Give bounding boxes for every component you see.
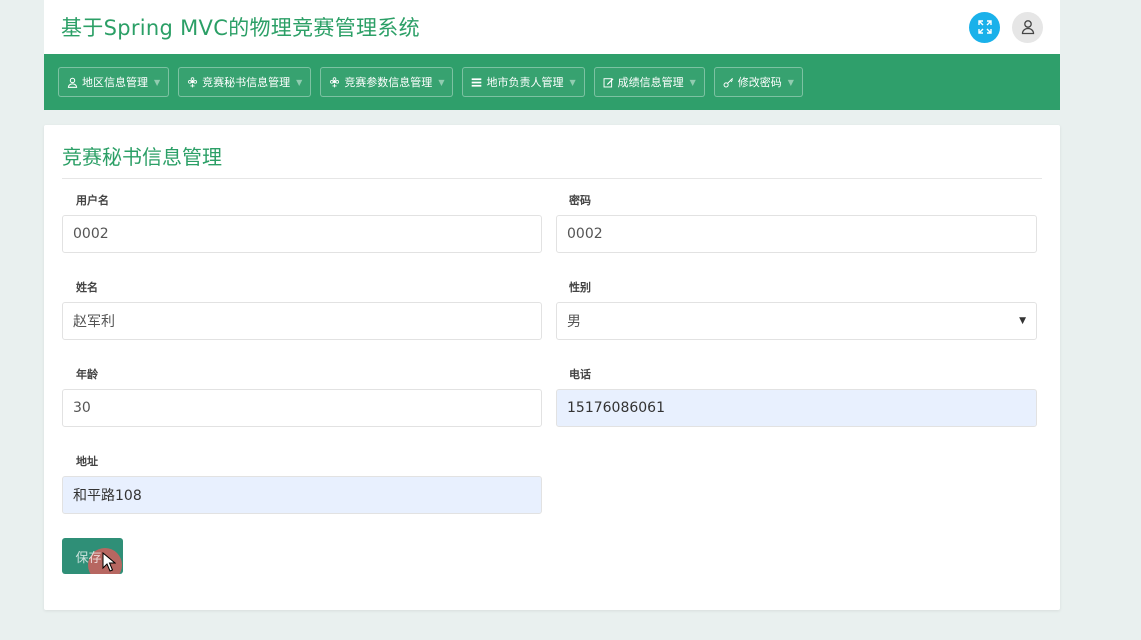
flower-icon bbox=[187, 76, 198, 88]
nav-item-region[interactable]: 地区信息管理 ▼ bbox=[58, 67, 170, 97]
phone-label: 电话 bbox=[569, 368, 591, 381]
expand-icon bbox=[977, 20, 992, 34]
user-icon bbox=[1021, 20, 1034, 35]
nav-item-scores[interactable]: 成绩信息管理 ▼ bbox=[593, 67, 705, 97]
name-label: 姓名 bbox=[76, 281, 98, 294]
caret-down-icon: ▼ bbox=[689, 77, 696, 87]
edit-icon bbox=[603, 77, 614, 88]
username-field[interactable]: 0002 bbox=[62, 215, 542, 253]
address-field[interactable]: 和平路108 bbox=[62, 476, 542, 514]
password-label: 密码 bbox=[569, 194, 591, 207]
username-label: 用户名 bbox=[76, 194, 109, 207]
save-button-label: 保存 bbox=[75, 550, 102, 566]
name-value: 赵军利 bbox=[73, 314, 115, 330]
address-value: 和平路108 bbox=[73, 488, 142, 504]
nav-item-label: 竞赛参数信息管理 bbox=[344, 76, 433, 89]
app-header: 基于Spring MVC的物理竞赛管理系统 bbox=[44, 0, 1060, 54]
age-field[interactable]: 30 bbox=[62, 389, 542, 427]
gender-select[interactable]: 男 ▼ bbox=[556, 302, 1037, 340]
form-title: 竞赛秘书信息管理 bbox=[62, 141, 1042, 179]
fullscreen-button[interactable] bbox=[969, 11, 1000, 43]
key-icon bbox=[723, 77, 734, 88]
age-label: 年龄 bbox=[76, 368, 98, 381]
mouse-cursor-icon bbox=[102, 552, 116, 572]
gender-label: 性别 bbox=[569, 281, 591, 294]
form-card: 竞赛秘书信息管理 用户名 0002 密码 0002 姓名 赵军利 性别 男 ▼ … bbox=[44, 125, 1060, 610]
caret-down-icon: ▼ bbox=[569, 77, 576, 87]
app-title: 基于Spring MVC的物理竞赛管理系统 bbox=[61, 16, 420, 40]
save-button[interactable]: 保存 bbox=[62, 538, 123, 574]
nav-item-params[interactable]: 竞赛参数信息管理 ▼ bbox=[320, 67, 454, 97]
nav-item-label: 地市负责人管理 bbox=[486, 76, 564, 89]
gender-value: 男 bbox=[567, 314, 581, 330]
caret-down-icon: ▼ bbox=[787, 77, 794, 87]
list-icon bbox=[471, 77, 482, 88]
phone-value: 15176086061 bbox=[567, 400, 665, 416]
header-icons bbox=[969, 11, 1043, 43]
caret-down-icon: ▼ bbox=[296, 77, 303, 87]
nav-item-change-password[interactable]: 修改密码 ▼ bbox=[713, 67, 803, 97]
caret-down-icon: ▼ bbox=[154, 77, 161, 87]
address-label: 地址 bbox=[76, 455, 98, 468]
name-field[interactable]: 赵军利 bbox=[62, 302, 542, 340]
nav-item-label: 竞赛秘书信息管理 bbox=[202, 76, 291, 89]
dropdown-arrow-icon: ▼ bbox=[1019, 316, 1026, 326]
phone-field[interactable]: 15176086061 bbox=[556, 389, 1037, 427]
caret-down-icon: ▼ bbox=[438, 77, 445, 87]
nav-item-label: 地区信息管理 bbox=[82, 76, 148, 89]
nav-item-secretary[interactable]: 竞赛秘书信息管理 ▼ bbox=[178, 67, 312, 97]
nav-item-label: 修改密码 bbox=[737, 76, 782, 89]
username-value: 0002 bbox=[73, 226, 109, 242]
nav-item-label: 成绩信息管理 bbox=[617, 76, 684, 89]
user-menu-button[interactable] bbox=[1012, 11, 1043, 43]
age-value: 30 bbox=[73, 400, 91, 416]
main-navbar: 地区信息管理 ▼ 竞赛秘书信息管理 ▼ 竞赛参数信息管理 ▼ 地市负责人管理 ▼ bbox=[44, 54, 1060, 110]
nav-item-city-manager[interactable]: 地市负责人管理 ▼ bbox=[462, 67, 585, 97]
password-value: 0002 bbox=[567, 226, 603, 242]
flower-icon bbox=[329, 76, 340, 88]
page: 基于Spring MVC的物理竞赛管理系统 地区信息管理 ▼ 竞赛秘书信息管理 … bbox=[44, 0, 1060, 610]
user-icon bbox=[67, 77, 78, 88]
password-field[interactable]: 0002 bbox=[556, 215, 1037, 253]
